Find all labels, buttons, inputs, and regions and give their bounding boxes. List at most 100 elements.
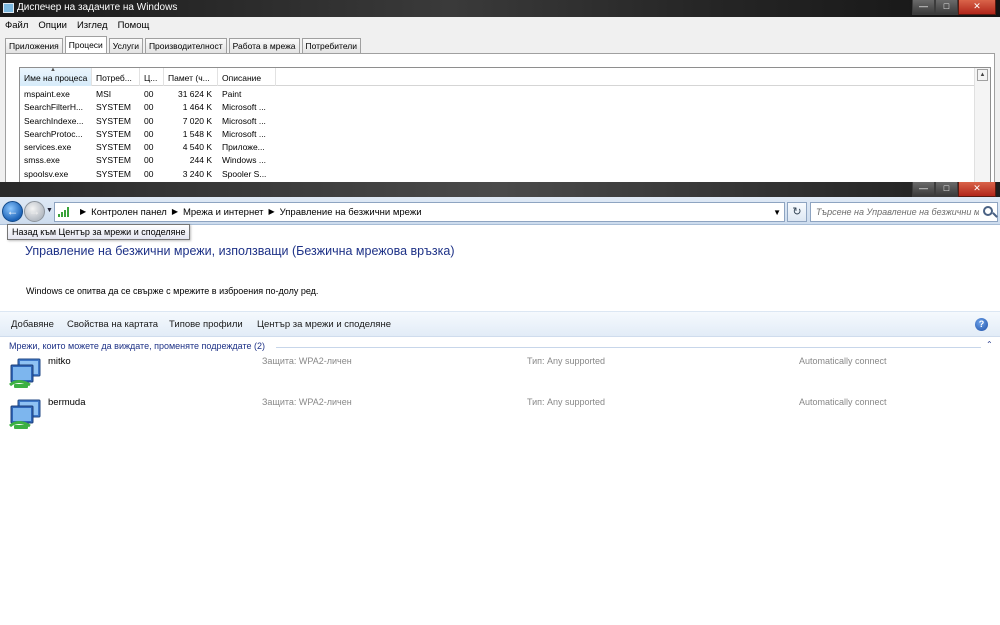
network-connection-mode: Automatically connect [799, 397, 887, 407]
process-user: SYSTEM [96, 115, 131, 126]
minimize-icon[interactable]: — [912, 0, 935, 15]
search-icon[interactable] [983, 206, 993, 216]
table-row[interactable]: services.exe SYSTEM 00 4 540 K Приложе... [20, 140, 975, 153]
process-user: SYSTEM [96, 142, 131, 153]
column-description[interactable]: Описание [218, 68, 276, 86]
tab-strip: Приложения Процеси Услуги Производително… [5, 36, 363, 53]
group-divider [276, 347, 981, 348]
tab-services[interactable]: Услуги [108, 38, 143, 53]
network-security: Защита: WPA2-личен [262, 397, 352, 407]
network-group-header[interactable]: Мрежи, които можете да виждате, променят… [9, 341, 265, 351]
tab-performance[interactable]: Производителност [144, 38, 227, 53]
process-name: services.exe [24, 142, 72, 153]
breadcrumb-chevron-icon[interactable]: ▶ [172, 207, 178, 218]
adapter-properties-button[interactable]: Свойства на картата [67, 319, 158, 330]
list-item[interactable]: mitko Защита: WPA2-личен Тип: Any supporte… [0, 356, 1000, 394]
close-icon[interactable]: ✕ [958, 182, 996, 197]
command-bar: Добавяне Свойства на картата Типове проф… [0, 311, 1000, 337]
process-cpu: 00 [144, 155, 154, 166]
process-memory: 4 540 K [182, 142, 212, 153]
process-memory: 3 240 K [182, 168, 212, 179]
maximize-icon[interactable]: □ [935, 182, 958, 197]
column-image-name[interactable]: ▲ Име на процеса [20, 68, 92, 86]
column-memory[interactable]: Памет (ч... [164, 68, 218, 86]
breadcrumb-chevron-icon[interactable]: ▶ [269, 207, 275, 218]
table-row[interactable]: SearchIndexe... SYSTEM 00 7 020 K Microsoft … [20, 114, 975, 127]
breadcrumb-network-internet[interactable]: Мрежа и интернет [183, 207, 264, 218]
process-user: SYSTEM [96, 102, 131, 113]
back-arrow-icon[interactable]: ← [2, 201, 23, 222]
wireless-network-icon [9, 399, 41, 429]
maximize-icon[interactable]: □ [935, 0, 958, 15]
network-type: Тип: Any supported [527, 397, 606, 407]
menu-file[interactable]: Файл [0, 17, 33, 34]
network-signal-icon [58, 207, 71, 217]
breadcrumb-control-panel[interactable]: Контролен панел [91, 207, 167, 218]
process-name: SearchFilterH... [24, 102, 84, 113]
window-title: Диспечер на задачите на Windows [17, 2, 178, 13]
help-icon[interactable]: ? [975, 318, 988, 331]
process-user: SYSTEM [96, 155, 131, 166]
tab-processes[interactable]: Процеси [64, 36, 107, 53]
process-name: spoolsv.exe [24, 168, 69, 179]
process-cpu: 00 [144, 115, 154, 126]
tab-users[interactable]: Потребители [301, 38, 361, 53]
table-row[interactable]: SearchProtoc... SYSTEM 00 1 548 K Microsoft … [20, 127, 975, 140]
search-input[interactable] [811, 203, 979, 221]
profile-types-button[interactable]: Типове профили [169, 319, 243, 330]
forward-arrow-icon[interactable]: → [24, 201, 45, 222]
close-icon[interactable]: ✕ [958, 0, 996, 15]
scroll-up-icon[interactable]: ▲ [977, 69, 988, 81]
task-manager-window: Диспечер на задачите на Windows — □ ✕ Фа… [0, 0, 1000, 182]
network-name[interactable]: mitko [48, 356, 71, 367]
breadcrumb-manage-wireless[interactable]: Управление на безжични мрежи [280, 207, 422, 218]
process-description: Microsoft ... [222, 128, 266, 139]
process-description: Paint [222, 89, 242, 99]
wireless-networks-window: — □ ✕ ← → ▼ ▶ Контролен панел ▶ Мрежа и … [0, 182, 1000, 625]
list-item[interactable]: bermuda Защита: WPA2-личен Тип: Any suppor… [0, 397, 1000, 435]
minimize-icon[interactable]: — [912, 182, 935, 197]
table-row[interactable]: smss.exe SYSTEM 00 244 K Windows ... [20, 153, 975, 166]
process-name: mspaint.exe [24, 89, 70, 99]
address-dropdown-icon[interactable]: ▼ [773, 208, 781, 217]
process-user: SYSTEM [96, 128, 131, 139]
process-description: Приложе... [222, 142, 265, 153]
network-type: Тип: Any supported [527, 356, 606, 366]
collapse-group-icon[interactable]: ⌃ [986, 340, 993, 349]
network-sharing-center-button[interactable]: Център за мрежи и споделяне [257, 319, 391, 330]
process-cpu: 00 [144, 128, 154, 139]
breadcrumb-chevron-icon[interactable]: ▶ [80, 207, 86, 218]
table-row[interactable]: SearchFilterH... SYSTEM 00 1 464 K Microsoft… [20, 100, 975, 113]
task-manager-titlebar[interactable]: Диспечер на задачите на Windows — □ ✕ [0, 0, 1000, 17]
refresh-icon[interactable]: ↻ [787, 202, 807, 222]
vertical-scrollbar[interactable]: ▲ [974, 68, 990, 182]
menu-bar: Файл Опции Изглед Помощ [0, 17, 1000, 34]
menu-view[interactable]: Изглед [72, 17, 113, 34]
tab-networking[interactable]: Работа в мрежа [228, 38, 300, 53]
address-bar[interactable]: ▶ Контролен панел ▶ Мрежа и интернет ▶ У… [54, 202, 785, 222]
process-cpu: 00 [144, 89, 154, 99]
sort-ascending-icon: ▲ [50, 68, 56, 73]
recent-pages-dropdown-icon[interactable]: ▼ [46, 207, 53, 214]
process-description: Microsoft ... [222, 102, 266, 113]
process-name: SearchProtoc... [24, 128, 83, 139]
add-button[interactable]: Добавяне [11, 319, 54, 330]
process-memory: 1 548 K [182, 128, 212, 139]
table-row[interactable]: spoolsv.exe SYSTEM 00 3 240 K Spooler S... [20, 167, 975, 180]
explorer-titlebar[interactable]: — □ ✕ [0, 182, 1000, 197]
network-security: Защита: WPA2-личен [262, 356, 352, 366]
column-user[interactable]: Потреб... [92, 68, 140, 86]
menu-options[interactable]: Опции [33, 17, 72, 34]
search-box[interactable] [810, 202, 998, 222]
processes-panel: ▲ Име на процеса Потреб... Ц... Памет (ч.… [5, 53, 995, 182]
process-description: Windows ... [222, 155, 266, 166]
table-row[interactable]: mspaint.exe MSI 00 31 624 K Paint [20, 87, 975, 100]
tab-applications[interactable]: Приложения [5, 38, 63, 53]
network-name[interactable]: bermuda [48, 397, 86, 408]
process-memory: 31 624 K [177, 89, 212, 99]
process-user: MSI [96, 89, 112, 99]
back-button-tooltip: Назад към Център за мрежи и споделяне [7, 224, 191, 240]
process-rows: mspaint.exe MSI 00 31 624 K Paint SearchFilte… [20, 87, 975, 180]
menu-help[interactable]: Помощ [113, 17, 155, 34]
column-cpu[interactable]: Ц... [140, 68, 164, 86]
